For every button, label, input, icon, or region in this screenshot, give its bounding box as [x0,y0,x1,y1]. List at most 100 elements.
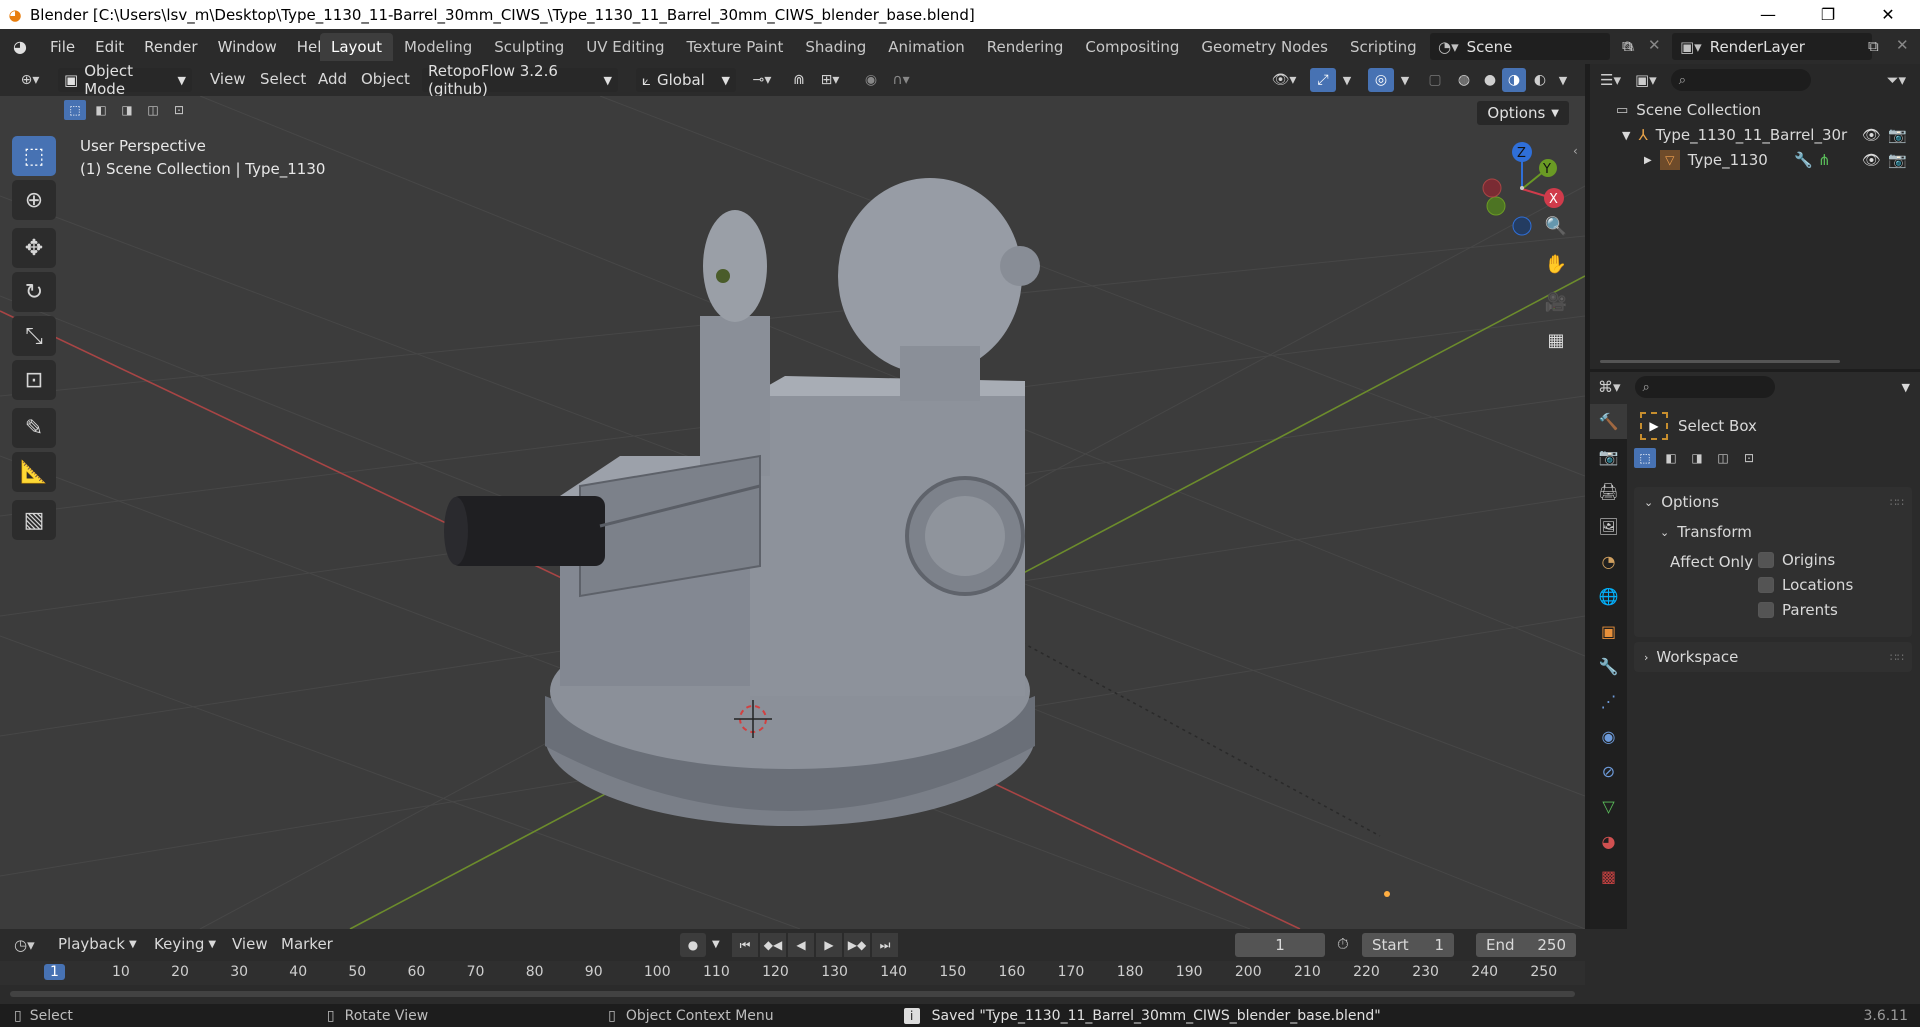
frame-ruler[interactable]: 1 10 20 30 40 50 60 70 80 90 100 110 120 130 140 150 160… [0,961,1585,985]
output-tab-icon[interactable]: 🖨 [1590,474,1627,509]
editor-type-icon[interactable]: ⊕▾ [10,68,50,92]
retopoflow-dropdown[interactable]: RetopoFlow 3.2.6 (github) ▼ [422,62,618,98]
tab-texture-paint[interactable]: Texture Paint [676,33,795,61]
annotate-tool-icon[interactable]: ✎ [12,408,56,448]
close-button[interactable]: ✕ [1860,0,1916,29]
new-scene-icon[interactable]: ⧉ [1622,37,1633,55]
jump-start-icon[interactable]: ⏮ [732,933,758,957]
falloff-icon[interactable]: ∩▾ [886,68,916,92]
visibility-icon[interactable]: 👁▾ [1264,68,1304,92]
proportional-edit-icon[interactable]: ◉ [858,68,884,92]
gizmo-toggle-icon[interactable]: ⤢ [1310,68,1336,92]
world-tab-icon[interactable]: 🌐 [1590,579,1627,614]
tool-tab-icon[interactable]: 🔨 [1590,404,1627,439]
modifier-tab-icon[interactable]: 🔧 [1590,649,1627,684]
properties-search-input[interactable]: ⌕ [1634,376,1775,398]
tab-geometry-nodes[interactable]: Geometry Nodes [1190,33,1339,61]
select-new-icon[interactable]: ⬚ [1634,448,1656,468]
chevron-down-icon[interactable]: ▼ [712,933,720,957]
tab-sculpting[interactable]: Sculpting [483,33,575,61]
delete-renderlayer-icon[interactable]: ✕ [1896,36,1909,54]
render-camera-icon[interactable]: 📷 [1888,126,1907,144]
workspace-panel-header[interactable]: › Workspace ∷∷ [1634,642,1912,672]
move-tool-icon[interactable]: ✥ [12,228,56,268]
filter-icon[interactable]: ⏷▾ [1886,71,1906,89]
scene-collection-row[interactable]: ▭ Scene Collection [1590,97,1920,123]
renderlayer-selector[interactable]: ▣▾ RenderLayer [1672,33,1872,60]
minimize-button[interactable]: — [1740,0,1796,29]
measure-tool-icon[interactable]: 📐 [12,452,56,492]
expand-arrow-icon[interactable]: ▼ [1622,129,1630,142]
menu-edit[interactable]: Edit [85,38,134,56]
object-tab-icon[interactable]: ▣ [1590,614,1627,649]
pivot-icon[interactable]: ⊸▾ [744,68,780,92]
select-subtract-icon[interactable]: ◨ [116,100,138,120]
timeline-editor-icon[interactable]: ◷▾ [14,936,35,954]
stopwatch-icon[interactable]: ⏱ [1337,935,1349,953]
start-frame-field[interactable]: Start 1 [1362,933,1454,957]
menu-window[interactable]: Window [208,38,287,56]
playback-menu[interactable]: Playback ▼ [58,935,137,953]
menu-select[interactable]: Select [260,70,306,88]
tab-uv-editing[interactable]: UV Editing [575,33,675,61]
chevron-down-icon[interactable]: ▼ [1554,68,1572,92]
tab-scripting[interactable]: Scripting [1339,33,1428,61]
sidebar-toggle-icon[interactable]: ‹ [1573,144,1578,158]
scene-tab-icon[interactable]: ◔ [1590,544,1627,579]
end-frame-field[interactable]: End 250 [1476,933,1576,957]
select-intersect-icon[interactable]: ⊡ [168,100,190,120]
tab-rendering[interactable]: Rendering [976,33,1075,61]
rendered-shading-icon[interactable]: ◐ [1528,68,1552,92]
select-extend-icon[interactable]: ◧ [90,100,112,120]
current-frame-field[interactable]: 1 [1235,933,1325,957]
timeline-menu-view[interactable]: View [232,935,268,953]
next-keyframe-icon[interactable]: ▶◆ [844,933,870,957]
timeline-scrollbar[interactable] [10,991,1575,997]
menu-add[interactable]: Add [318,70,347,88]
snap-icon[interactable]: ⋒ [786,68,812,92]
play-icon[interactable]: ▶ [816,933,842,957]
ciws-model[interactable] [444,178,1040,826]
render-tab-icon[interactable]: 📷 [1590,439,1627,474]
menu-file[interactable]: File [40,38,85,56]
transform-subpanel-header[interactable]: ⌄ Transform [1634,517,1912,547]
outliner-editor-icon[interactable]: ☰▾ [1600,71,1621,89]
tab-shading[interactable]: Shading [794,33,877,61]
camera-view-icon[interactable]: 🎥 [1540,286,1572,318]
visibility-eye-icon[interactable]: 👁 [1862,151,1881,169]
rotate-tool-icon[interactable]: ↻ [12,272,56,312]
outliner-scrollbar[interactable] [1600,360,1840,363]
light-dot[interactable] [1384,891,1390,897]
select-new-icon[interactable]: ⬚ [64,100,86,120]
tab-layout[interactable]: Layout [320,32,393,61]
physics-tab-icon[interactable]: ◉ [1590,719,1627,754]
cursor-tool-icon[interactable]: ⊕ [12,180,56,220]
options-panel-header[interactable]: ⌄ Options ∷∷ [1634,487,1912,517]
data-tab-icon[interactable]: ▽ [1590,789,1627,824]
render-camera-icon[interactable]: 📷 [1888,151,1907,169]
xray-icon[interactable]: ▢ [1422,68,1448,92]
wireframe-shading-icon[interactable]: ◍ [1452,68,1476,92]
perspective-toggle-icon[interactable]: ▦ [1540,324,1572,356]
menu-object[interactable]: Object [361,70,410,88]
zoom-icon[interactable]: 🔍 [1540,210,1572,242]
chevron-down-icon[interactable]: ▼ [1902,381,1910,394]
select-invert-icon[interactable]: ◫ [1712,448,1734,468]
tab-modeling[interactable]: Modeling [393,33,483,61]
origins-checkbox[interactable]: Origins [1758,551,1835,569]
scene-selector[interactable]: ◔▾ Scene ✎ [1430,33,1636,60]
material-tab-icon[interactable]: ◕ [1590,824,1627,859]
view-layer-tab-icon[interactable]: 🖼 [1590,509,1627,544]
locations-checkbox[interactable]: Locations [1758,576,1853,594]
tab-animation[interactable]: Animation [877,33,975,61]
select-invert-icon[interactable]: ◫ [142,100,164,120]
outliner-item-empty[interactable]: ▼ ⅄ Type_1130_11_Barrel_30r 👁 📷 [1590,122,1920,148]
select-intersect-icon[interactable]: ⊡ [1738,448,1760,468]
prev-keyframe-icon[interactable]: ◆◀ [760,933,786,957]
scale-tool-icon[interactable]: ⤡ [12,316,56,356]
solid-shading-icon[interactable]: ● [1478,68,1502,92]
orientation-dropdown[interactable]: ⟀ Global ▼ [636,68,736,92]
drag-handle-icon[interactable]: ∷∷ [1890,651,1904,664]
tab-compositing[interactable]: Compositing [1074,33,1190,61]
keying-menu[interactable]: Keying ▼ [154,935,216,953]
